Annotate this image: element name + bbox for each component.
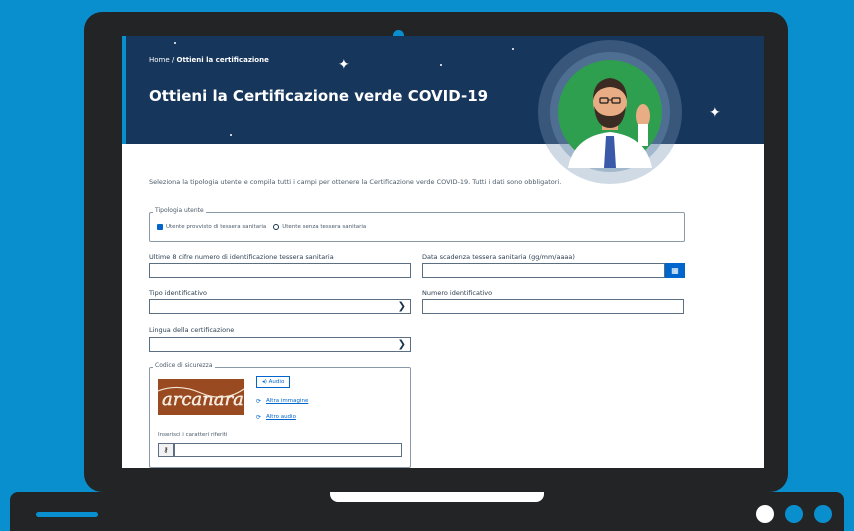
other-image-link[interactable]: Altra immagine xyxy=(266,398,308,404)
avatar-illustration xyxy=(538,40,682,184)
radio-without-card-label[interactable]: Utente senza tessera sanitaria xyxy=(282,224,366,230)
key-button[interactable]: ⚷ xyxy=(158,443,174,457)
expiry-input[interactable] xyxy=(422,263,665,278)
laptop-notch xyxy=(330,492,544,502)
speaker-icon: ◂) xyxy=(262,379,267,385)
key-icon: ⚷ xyxy=(163,446,169,454)
decorative-line xyxy=(36,512,98,517)
breadcrumb-current: Ottieni la certificazione xyxy=(176,56,269,64)
language-select[interactable]: ❯ xyxy=(149,337,411,352)
user-type-legend: Tipologia utente xyxy=(153,207,206,214)
user-type-options: Utente provvisto di tessera sanitaria Ut… xyxy=(157,224,366,230)
other-audio-link[interactable]: Altro audio xyxy=(266,414,296,420)
radio-without-card[interactable] xyxy=(273,224,280,230)
star-dot-icon xyxy=(174,42,176,44)
id-number-label: Numero identificativo xyxy=(422,289,493,297)
card-number-input[interactable] xyxy=(149,263,411,278)
id-number-input[interactable] xyxy=(422,299,684,314)
captcha-input[interactable] xyxy=(174,443,402,457)
decorative-dot xyxy=(756,505,774,523)
decorative-dot xyxy=(814,505,832,523)
hero-accent-bar xyxy=(122,36,126,144)
man-waving-icon xyxy=(550,52,670,172)
captcha-image: arcanara xyxy=(158,379,244,415)
refresh-icon: ⟳ xyxy=(256,414,262,421)
radio-with-card[interactable] xyxy=(157,224,163,230)
breadcrumb-home[interactable]: Home xyxy=(149,56,170,64)
security-code-legend: Codice di sicurezza xyxy=(153,362,215,369)
radio-with-card-label[interactable]: Utente provvisto di tessera sanitaria xyxy=(166,224,266,230)
intro-text: Seleziona la tipologia utente e compila … xyxy=(149,178,562,186)
browser-screen: Home / Ottieni la certificazione Ottieni… xyxy=(122,36,764,468)
star-dot-icon xyxy=(512,48,514,50)
captcha-input-label: Inserisci i caratteri riferiti xyxy=(158,432,228,438)
calendar-icon: ▦ xyxy=(671,266,679,275)
card-number-label: Ultime 8 cifre numero di identificazione… xyxy=(149,253,334,261)
language-label: Lingua della certificazione xyxy=(149,326,235,334)
star-dot-icon xyxy=(440,64,442,66)
star-dot-icon xyxy=(230,134,232,136)
calendar-button[interactable]: ▦ xyxy=(665,263,685,278)
refresh-icon: ⟳ xyxy=(256,398,262,405)
captcha-text: arcanara xyxy=(162,389,244,410)
expiry-label: Data scadenza tessera sanitaria (gg/mm/a… xyxy=(422,253,575,261)
chevron-down-icon: ❯ xyxy=(397,339,406,350)
page-title: Ottieni la Certificazione verde COVID-19 xyxy=(149,87,489,105)
audio-button[interactable]: ◂) Audio xyxy=(256,376,291,388)
breadcrumb-separator: / xyxy=(171,56,175,64)
chevron-down-icon: ❯ xyxy=(397,301,406,312)
audio-button-label: Audio xyxy=(268,379,285,385)
sparkle-icon: ✦ xyxy=(338,57,350,73)
breadcrumb: Home / Ottieni la certificazione xyxy=(149,56,269,64)
id-type-select[interactable]: ❯ xyxy=(149,299,411,314)
decorative-dot xyxy=(785,505,803,523)
sparkle-icon: ✦ xyxy=(709,105,721,121)
id-type-label: Tipo identificativo xyxy=(149,289,207,297)
